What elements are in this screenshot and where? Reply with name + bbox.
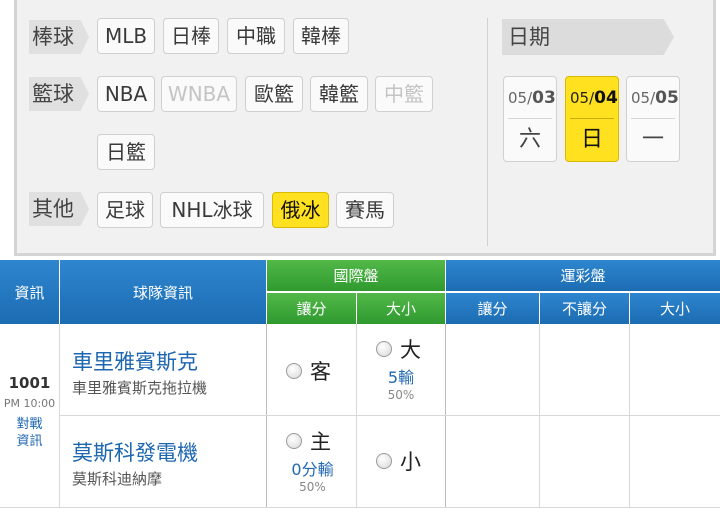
filter-nhl[interactable]: NHL冰球 bbox=[160, 192, 264, 228]
date-card-weekday: 日 bbox=[580, 127, 603, 152]
grid-line bbox=[59, 324, 60, 508]
filter-horse-racing[interactable]: 賽馬 bbox=[336, 192, 394, 228]
radio-icon[interactable] bbox=[286, 433, 302, 449]
home-team-name[interactable]: 莫斯科發電機 bbox=[72, 437, 198, 467]
header-info: 資訊 bbox=[0, 260, 59, 324]
filter-euro-basketball[interactable]: 歐籃 bbox=[245, 76, 303, 112]
radio-icon[interactable] bbox=[286, 363, 302, 379]
over-pct: 50% bbox=[387, 388, 415, 402]
filter-soccer[interactable]: 足球 bbox=[97, 192, 153, 228]
matchup-link-line1: 對戰 bbox=[16, 417, 43, 432]
date-card-monthday: 05/05 bbox=[631, 77, 679, 119]
category-label-other: 其他 bbox=[29, 192, 89, 226]
filter-japan-baseball[interactable]: 日棒 bbox=[163, 18, 219, 54]
grid-line bbox=[60, 415, 720, 416]
filter-china-basketball: 中籃 bbox=[375, 76, 433, 112]
date-card-0505[interactable]: 05/05 一 bbox=[626, 76, 680, 162]
matchup-link-line2: 資訊 bbox=[16, 434, 43, 449]
filter-japan-basketball[interactable]: 日籃 bbox=[97, 134, 155, 170]
grid-line bbox=[445, 324, 446, 508]
filter-cpbl[interactable]: 中職 bbox=[227, 18, 285, 54]
under-label: 小 bbox=[400, 450, 421, 474]
home-handicap-pct: 50% bbox=[299, 480, 326, 494]
grid-line bbox=[266, 324, 267, 508]
under-bet[interactable]: 小 bbox=[376, 446, 421, 476]
header-lottery-handicap: 讓分 bbox=[446, 293, 539, 324]
category-label-basketball: 籃球 bbox=[29, 77, 89, 111]
date-label: 日期 bbox=[502, 19, 674, 55]
matchup-info-link[interactable]: 對戰 資訊 bbox=[0, 416, 59, 450]
filter-nba[interactable]: NBA bbox=[97, 76, 155, 112]
game-number: 1001 bbox=[8, 374, 51, 392]
home-team-subname: 莫斯科迪納摩 bbox=[72, 470, 163, 488]
odds-table: 資訊 球隊資訊 國際盤 讓分 大小 運彩盤 讓分 不讓分 大小 1001 PM … bbox=[0, 260, 720, 510]
over-odds-value: 5輸 bbox=[387, 368, 415, 387]
grid-line bbox=[0, 507, 720, 508]
game-time: PM 10:00 bbox=[3, 397, 56, 410]
grid-line bbox=[539, 324, 540, 508]
filter-korea-baseball[interactable]: 韓棒 bbox=[293, 18, 349, 54]
category-label-baseball: 棒球 bbox=[29, 20, 89, 54]
filter-wnba: WNBA bbox=[161, 76, 237, 112]
radio-icon[interactable] bbox=[376, 341, 392, 357]
date-card-weekday: 一 bbox=[641, 127, 664, 152]
filter-korea-basketball[interactable]: 韓籃 bbox=[310, 76, 368, 112]
away-handicap-label: 客 bbox=[310, 360, 331, 384]
header-team-info: 球隊資訊 bbox=[60, 260, 266, 324]
header-lottery-no-handicap: 不讓分 bbox=[540, 293, 629, 324]
radio-icon[interactable] bbox=[376, 453, 392, 469]
date-card-monthday: 05/03 bbox=[508, 77, 556, 119]
away-handicap-bet[interactable]: 客 bbox=[286, 356, 331, 386]
header-intl-over-under: 大小 bbox=[357, 293, 445, 324]
home-handicap-odds-value: 0分輸 bbox=[291, 460, 334, 479]
grid-line bbox=[629, 324, 630, 508]
header-sports-lottery: 運彩盤 bbox=[446, 260, 720, 291]
over-label: 大 bbox=[400, 338, 421, 362]
sport-filter-panel: 棒球 MLB 日棒 中職 韓棒 籃球 NBA WNBA 歐籃 韓籃 中籃 日籃 … bbox=[14, 0, 716, 256]
header-intl-odds: 國際盤 bbox=[267, 260, 445, 291]
over-odds: 5輸 50% bbox=[357, 364, 445, 402]
date-card-monthday: 05/04 bbox=[570, 77, 618, 119]
over-bet[interactable]: 大 bbox=[376, 334, 421, 364]
date-card-0503[interactable]: 05/03 六 bbox=[503, 76, 557, 162]
away-team-subname: 車里雅賓斯克拖拉機 bbox=[72, 379, 208, 397]
date-card-0504[interactable]: 05/04 日 bbox=[565, 76, 619, 162]
date-card-weekday: 六 bbox=[518, 127, 541, 152]
home-handicap-label: 主 bbox=[310, 430, 331, 454]
away-team-name[interactable]: 車里雅賓斯克 bbox=[72, 346, 198, 376]
header-lottery-over-under: 大小 bbox=[630, 293, 720, 324]
home-handicap-odds: 0分輸 50% bbox=[268, 456, 357, 494]
filter-mlb[interactable]: MLB bbox=[97, 18, 155, 54]
panel-divider bbox=[487, 18, 488, 246]
home-handicap-bet[interactable]: 主 bbox=[286, 426, 356, 456]
filter-russia-hockey[interactable]: 俄冰 bbox=[272, 192, 329, 228]
header-intl-handicap: 讓分 bbox=[267, 293, 356, 324]
